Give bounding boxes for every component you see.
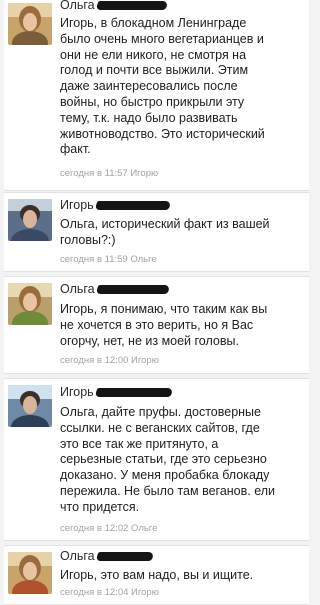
avatar[interactable]: [8, 283, 52, 325]
avatar[interactable]: [8, 3, 52, 45]
redaction-scribble: [94, 388, 174, 398]
comment-item: Ольга Игорь, в блокадном Ленинграде было…: [4, 0, 309, 191]
comment-item: Ольга Игорь, это вам надо, вы и ищите. с…: [4, 545, 309, 605]
avatar[interactable]: [8, 385, 52, 427]
comment-meta[interactable]: сегодня в 12:00 Игорю: [60, 355, 159, 366]
comment-text: Игорь, в блокадном Ленинграде было очень…: [60, 16, 265, 157]
comment-author[interactable]: Игорь: [60, 385, 174, 399]
avatar[interactable]: [8, 552, 52, 594]
redaction-scribble: [95, 1, 169, 11]
comment-item: Игорь Ольга, дайте пруфы. достоверные сс…: [4, 378, 309, 541]
comment-meta[interactable]: сегодня в 12:04 Игорю: [60, 587, 159, 598]
comment-item: Ольга Игорь, я понимаю, что таким как вы…: [4, 276, 309, 374]
comment-item: Игорь Ольга, исторический факт из вашей …: [4, 192, 309, 272]
redaction-scribble: [95, 552, 155, 562]
comment-meta[interactable]: сегодня в 11:57 Игорю: [60, 168, 158, 179]
comment-author[interactable]: Ольга: [60, 282, 171, 296]
comment-author[interactable]: Игорь: [60, 198, 172, 212]
comment-meta[interactable]: сегодня в 12:02 Ольге: [60, 523, 157, 534]
comment-meta[interactable]: сегодня в 11:59 Ольге: [60, 254, 157, 265]
comment-text: Ольга, исторический факт из вашей головы…: [60, 217, 270, 247]
comment-text: Игорь, это вам надо, вы и ищите.: [60, 568, 254, 582]
comment-author[interactable]: Ольга: [60, 0, 169, 12]
redaction-scribble: [94, 201, 172, 211]
comment-author[interactable]: Ольга: [60, 549, 155, 563]
comment-text: Игорь, я понимаю, что таким как вы не хо…: [60, 302, 268, 348]
comment-text: Ольга, дайте пруфы. достоверные ссылки. …: [60, 405, 276, 514]
redaction-scribble: [95, 285, 171, 295]
avatar[interactable]: [8, 199, 52, 241]
